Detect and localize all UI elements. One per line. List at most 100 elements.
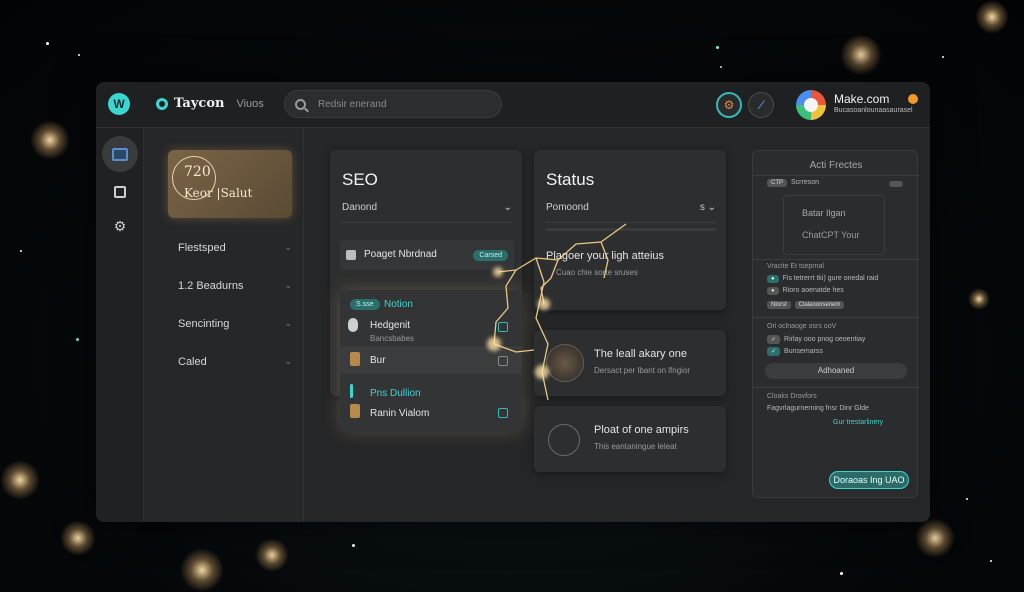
status-select-value: Pomoond (546, 202, 589, 213)
list-pill: S.sse (350, 299, 380, 310)
status-badge: Carsed (473, 250, 508, 261)
rp-line: ✓ Rirlay ooo pnog oeoentiay (767, 335, 865, 344)
rp-line: ● Rioro aoenatde hes (767, 287, 844, 295)
feature-sub: This eantaningue leleat (594, 442, 677, 451)
rp-preview-box[interactable]: Batar Ilgan ChatCPT Your (783, 195, 885, 255)
glow-decoration (60, 520, 96, 556)
rp-line: Fagvrlagurnerning fnsr Dinr Glde (767, 405, 869, 412)
status-card: Status Pomoond s ⌄ Plagoer your ligh att… (534, 150, 726, 310)
promo-text: Keor |Salut (184, 186, 253, 200)
rp-action-button[interactable]: Adhoaned (765, 363, 907, 379)
rp-section-title: Ori oclnaoge osrs ooV (767, 323, 837, 330)
status-select[interactable]: Pomoond s ⌄ (546, 202, 716, 213)
star-decoration (990, 560, 992, 562)
status-select-suffix: s ⌄ (699, 202, 716, 213)
rail-pages-button[interactable] (102, 174, 138, 210)
rail-dashboard-button[interactable] (102, 136, 138, 172)
search-input[interactable]: Redsir enerand (284, 90, 502, 118)
list-item[interactable] (340, 346, 522, 374)
status-row-sub: Cuao chie sorte sruses (556, 268, 638, 277)
status-title: Status (546, 170, 595, 189)
feature-icon (548, 424, 580, 456)
chevron-down-icon: ⌄ (284, 318, 292, 328)
seo-row-item[interactable]: Poaget Nbrdnad Carsed (340, 240, 514, 270)
brand-subtitle: Viuos (236, 97, 264, 110)
sidebar-item-sencinting[interactable]: Sencinting ⌄ (178, 318, 292, 330)
seo-title: SEO (342, 170, 378, 189)
glow-decoration (180, 548, 224, 592)
app-logo-icon[interactable]: W (108, 93, 130, 115)
status-row-label[interactable]: Plagoer your ligh atteius (546, 250, 664, 262)
star-decoration (352, 544, 355, 547)
checkbox[interactable] (498, 408, 508, 418)
rp-box-line1: Batar Ilgan (802, 208, 846, 218)
feature-card[interactable]: The leall akary one Dersact per lbant on… (534, 330, 726, 396)
feature-title: The leall akary one (594, 348, 687, 360)
dashboard-icon (112, 147, 128, 161)
divider (753, 259, 919, 260)
divider (342, 222, 512, 223)
seo-select[interactable]: Danond ⌄ (342, 202, 512, 213)
glow-decoration (975, 0, 1009, 34)
chevron-down-icon: ⌄ (284, 356, 292, 366)
app-window: W Taycon Viuos Redsir enerand ⚙ ⁄ Make.c… (96, 82, 930, 522)
gear-icon: ⚙ (113, 217, 127, 234)
glow-decoration (0, 460, 40, 500)
brand-name: Taycon (174, 96, 225, 111)
avatar[interactable] (796, 90, 826, 120)
divider (753, 317, 919, 318)
list-item-label[interactable]: Hedgenit (370, 320, 410, 331)
seo-select-value: Danond (342, 202, 378, 213)
bolt-icon[interactable]: ⁄ (748, 92, 774, 118)
toggle-icon (348, 318, 358, 332)
glow-decoration (255, 538, 289, 572)
sidebar-item-label: Flestsped (178, 242, 226, 254)
page-icon (114, 186, 126, 198)
checkbox[interactable] (498, 322, 508, 332)
star-decoration (20, 250, 22, 252)
feature-icon (546, 344, 584, 382)
promo-card[interactable]: 720 Keor |Salut (168, 150, 292, 218)
rail-settings-button[interactable]: ⚙ (102, 208, 138, 244)
glow-decoration (915, 518, 955, 558)
sidebar-item-beadurns[interactable]: 1.2 Beadurns ⌄ (178, 280, 292, 292)
list-item-label[interactable]: Ranin Vialom (370, 408, 429, 419)
sidebar-item-label: 1.2 Beadurns (178, 280, 244, 292)
rp-tag[interactable]: Clalaoonsenem (794, 301, 845, 309)
rp-tag-right (889, 181, 903, 187)
brand[interactable]: Taycon Viuos (156, 96, 264, 111)
star-decoration (966, 498, 968, 500)
rp-cta-button[interactable]: Doraoas Ing UAO (829, 471, 909, 489)
star-decoration (78, 54, 80, 56)
chevron-down-icon: ⌄ (284, 280, 292, 290)
account-name: Make.com (834, 92, 890, 106)
rp-section-title: Vracite Et tseprnal (767, 263, 824, 270)
rp-section-title: Cloaks Drovfors (767, 393, 817, 400)
right-panel-title: Acti Frectes (809, 160, 863, 171)
rp-tag-row: Nlorst Clalaoonsenem (767, 301, 848, 309)
chevron-down-icon: ⌄ (284, 242, 292, 252)
sidebar-item-caled[interactable]: Caled ⌄ (178, 356, 292, 368)
notification-icon[interactable] (908, 94, 918, 104)
list-item-label[interactable]: Pns Dullion (370, 388, 421, 399)
extension-button[interactable]: ⚙ (716, 92, 742, 118)
divider (753, 387, 919, 388)
checkbox[interactable] (498, 356, 508, 366)
search-icon (295, 98, 306, 110)
sidebar-item-label: Sencinting (178, 318, 230, 330)
search-placeholder: Redsir enerand (318, 98, 387, 110)
feature-card[interactable]: Ploat of one ampirs This eantaningue lel… (534, 406, 726, 472)
rp-tag[interactable]: Nlorst (767, 301, 791, 309)
list-item-label: Bur (370, 355, 386, 366)
rp-tag: CTP (767, 179, 787, 187)
glow-decoration (840, 34, 882, 76)
sidebar: 720 Keor |Salut Flestsped ⌄ 1.2 Beadurns… (144, 128, 304, 522)
glow-decoration (968, 288, 990, 310)
divider (546, 222, 716, 223)
rp-line-link[interactable]: Gur trestarlinery (833, 419, 883, 426)
top-bar: W Taycon Viuos Redsir enerand ⚙ ⁄ Make.c… (96, 82, 930, 128)
star-decoration (46, 42, 49, 45)
sidebar-item-flestsped[interactable]: Flestsped ⌄ (178, 242, 292, 254)
account-subtitle: Bucasoanlounaasaurasel (834, 107, 913, 114)
sidebar-item-label: Caled (178, 356, 207, 368)
